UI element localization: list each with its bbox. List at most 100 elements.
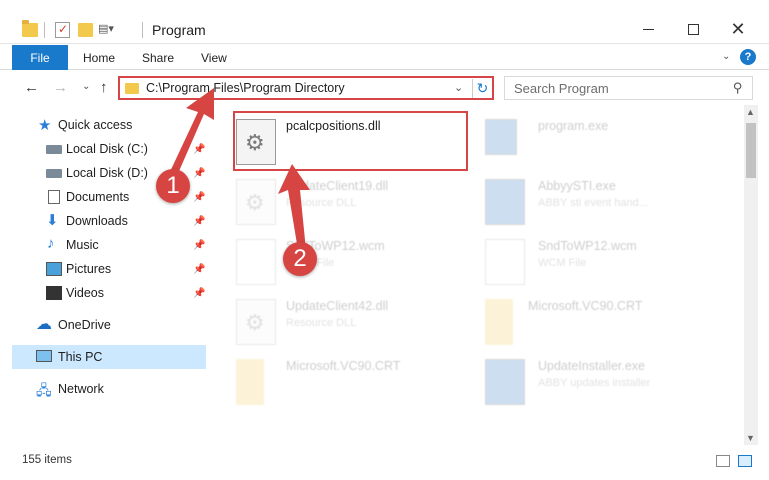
file-type: Resource DLL <box>286 317 357 329</box>
expand-ribbon-icon[interactable]: ⌄ <box>722 51 730 62</box>
pin-icon[interactable]: 📌 <box>193 240 205 251</box>
videos-icon <box>46 286 62 300</box>
search-input[interactable]: Search Program ⚲ <box>504 76 753 100</box>
pin-icon[interactable]: 📌 <box>193 192 205 203</box>
separator <box>142 22 143 38</box>
cloud-icon: ☁ <box>36 316 52 333</box>
folder-icon <box>22 20 38 37</box>
large-icons-view-icon[interactable] <box>738 455 752 467</box>
sidebar-item-network[interactable]: 🖧 Network <box>12 377 206 401</box>
exe-icon <box>485 359 525 405</box>
file-name: UpdateClient19.dll <box>286 179 389 193</box>
navigation-bar: ← → ⌄ ↑ C:\Program Files\Program Directo… <box>0 71 769 104</box>
sidebar-item-local-disk-c[interactable]: Local Disk (C:) 📌 <box>12 137 206 161</box>
refresh-icon[interactable]: ↻ <box>472 79 492 98</box>
file-item[interactable]: Microsoft.VC90.CRT <box>485 293 735 351</box>
file-name: program.exe <box>538 119 609 133</box>
file-item[interactable]: program.exe <box>485 113 735 171</box>
file-item-pcalcpositions-dll[interactable]: pcalcpositions.dll <box>236 113 486 171</box>
title-bar: ▤▾ Program ✕ <box>0 0 769 44</box>
pin-icon[interactable]: 📌 <box>193 168 205 179</box>
properties-icon[interactable] <box>55 22 70 38</box>
status-bar: 155 items <box>0 448 769 474</box>
documents-icon <box>48 190 60 204</box>
pin-icon[interactable]: 📌 <box>193 264 205 275</box>
minimize-button[interactable] <box>625 14 671 44</box>
file-item[interactable]: Microsoft.VC90.CRT <box>236 353 486 411</box>
tab-share[interactable]: Share <box>142 45 174 70</box>
details-view-icon[interactable] <box>716 455 730 467</box>
scroll-thumb[interactable] <box>746 123 756 178</box>
help-icon[interactable]: ? <box>740 49 756 65</box>
sidebar-item-label: Downloads <box>66 214 128 228</box>
window-title: Program <box>152 22 206 38</box>
sidebar-item-downloads[interactable]: ⬇ Downloads 📌 <box>12 209 206 233</box>
close-icon: ✕ <box>730 18 746 39</box>
network-icon: 🖧 <box>36 382 52 398</box>
sidebar-item-label: OneDrive <box>58 318 111 332</box>
file-item[interactable]: SndToWP12.wcm WCM File <box>236 233 486 291</box>
drive-icon <box>46 145 62 154</box>
file-name: pcalcpositions.dll <box>286 119 381 133</box>
pin-icon[interactable]: 📌 <box>193 144 205 155</box>
sidebar-item-this-pc[interactable]: This PC <box>12 345 206 369</box>
pin-icon[interactable]: 📌 <box>193 288 205 299</box>
sidebar-item-label: Music <box>66 238 99 252</box>
file-type: WCM File <box>538 257 587 269</box>
recent-locations-icon[interactable]: ⌄ <box>82 81 90 92</box>
dll-icon <box>236 299 276 345</box>
search-placeholder: Search Program <box>514 81 609 96</box>
download-icon: ⬇ <box>46 212 59 229</box>
tab-view[interactable]: View <box>201 45 227 70</box>
address-dropdown-icon[interactable]: ⌄ <box>454 81 463 94</box>
sidebar-item-label: Pictures <box>66 262 112 276</box>
sidebar-item-music[interactable]: ♪ Music 📌 <box>12 233 206 257</box>
sidebar-item-label: Documents <box>66 190 130 204</box>
tab-home[interactable]: Home <box>83 45 115 70</box>
folder-icon <box>125 83 139 94</box>
file-item[interactable]: AbbyySTI.exe ABBY sti event hand... <box>485 173 735 231</box>
file-item[interactable]: UpdateClient19.dll Resource DLL <box>236 173 486 231</box>
file-name: Microsoft.VC90.CRT <box>528 299 643 313</box>
back-button[interactable]: ← <box>24 79 39 96</box>
file-item[interactable]: UpdateClient42.dll Resource DLL <box>236 293 486 351</box>
callout-step-1: 1 <box>156 169 190 203</box>
sidebar-item-label: Videos <box>66 286 104 300</box>
minimize-icon <box>642 28 654 30</box>
close-button[interactable]: ✕ <box>715 14 761 44</box>
sidebar-item-label: Local Disk (D:) <box>66 166 148 180</box>
scroll-down-icon[interactable]: ▼ <box>746 433 755 443</box>
new-folder-icon[interactable] <box>78 23 93 37</box>
vertical-scrollbar[interactable]: ▲ ▼ <box>744 105 758 445</box>
drive-icon <box>46 169 62 178</box>
forward-button[interactable]: → <box>53 79 68 96</box>
sidebar-item-label: Local Disk (C:) <box>66 142 148 156</box>
folder-icon <box>236 359 264 405</box>
callout-step-2: 2 <box>283 242 317 276</box>
music-icon: ♪ <box>47 235 55 252</box>
file-item[interactable]: UpdateInstaller.exe ABBY updates install… <box>485 353 735 411</box>
scroll-up-icon[interactable]: ▲ <box>746 107 755 117</box>
sidebar-item-onedrive[interactable]: ☁ OneDrive <box>12 313 206 337</box>
search-icon: ⚲ <box>733 80 743 95</box>
folder-icon <box>485 299 513 345</box>
file-name: UpdateInstaller.exe <box>538 359 646 373</box>
sidebar-item-pictures[interactable]: Pictures 📌 <box>12 257 206 281</box>
pin-icon[interactable]: 📌 <box>193 216 205 227</box>
sidebar-item-quick-access[interactable]: ★ Quick access <box>12 113 206 137</box>
file-name: Microsoft.VC90.CRT <box>286 359 401 373</box>
sidebar-item-videos[interactable]: Videos 📌 <box>12 281 206 305</box>
file-icon <box>485 239 525 285</box>
sidebar-item-label: Network <box>58 382 104 396</box>
tab-file[interactable]: File <box>12 45 68 70</box>
customize-toolbar-icon[interactable]: ▤▾ <box>98 22 122 38</box>
address-bar[interactable]: C:\Program Files\Program Directory ⌄ ↻ <box>118 76 494 100</box>
up-button[interactable]: ↑ <box>100 79 108 96</box>
file-item[interactable]: SndToWP12.wcm WCM File <box>485 233 735 291</box>
navigation-pane: ★ Quick access Local Disk (C:) 📌 Local D… <box>12 110 208 440</box>
file-name: UpdateClient42.dll <box>286 299 389 313</box>
star-icon: ★ <box>38 117 52 134</box>
item-count: 155 items <box>22 454 72 466</box>
address-path[interactable]: C:\Program Files\Program Directory <box>146 81 345 95</box>
maximize-button[interactable] <box>670 14 716 44</box>
